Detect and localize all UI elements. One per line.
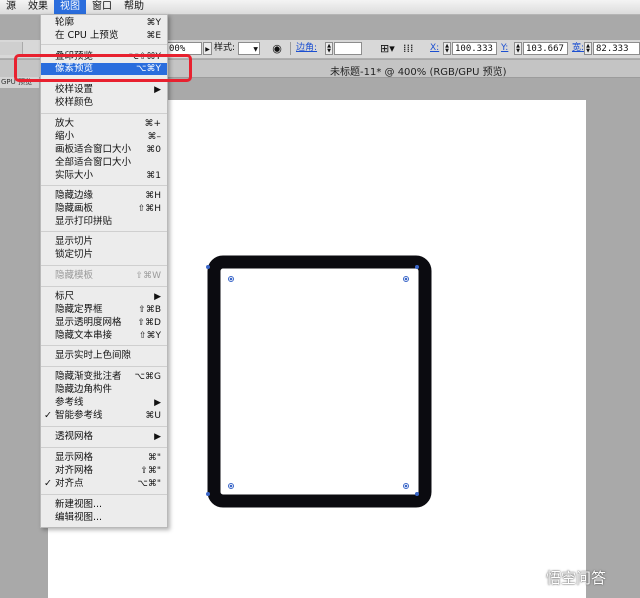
menu-separator — [41, 494, 167, 495]
corner-widget-dot — [404, 277, 408, 281]
menu-item-hide-artboards[interactable]: 隐藏画板 ⇧⌘H — [41, 203, 167, 215]
watermark-text: 悟空问答 — [546, 568, 607, 587]
menu-separator — [41, 231, 167, 232]
chat-bubble-icon — [520, 567, 542, 587]
menu-item-lock-slices[interactable]: 锁定切片 — [41, 249, 167, 261]
menu-separator — [41, 265, 167, 266]
chevron-right-icon: ▶ — [154, 398, 161, 408]
checkmark-icon: ✓ — [44, 478, 52, 489]
menu-item-guides[interactable]: 参考线 ▶ — [41, 397, 167, 409]
menu-separator — [41, 44, 167, 45]
anchor-point-icon[interactable] — [415, 265, 419, 269]
corner-widget-dot — [404, 484, 408, 488]
menu-item-proof-setup[interactable]: 校样设置 ▶ — [41, 84, 167, 96]
menu-separator — [41, 345, 167, 346]
menu-item-hide-text-threads[interactable]: 隐藏文本串接 ⇧⌘Y — [41, 330, 167, 342]
menu-item-snap-to-grid[interactable]: 对齐网格 ⇧⌘" — [41, 465, 167, 477]
anchor-points — [206, 265, 419, 496]
menu-item-show-transparency-grid[interactable]: 显示透明度网格 ⇧⌘D — [41, 317, 167, 329]
watermark: 悟空问答 — [520, 564, 638, 590]
menu-separator — [41, 113, 167, 114]
menu-item-proof-colors[interactable]: 校样颜色 — [41, 97, 167, 109]
corner-widgets — [228, 276, 409, 489]
menu-item-cpu-preview[interactable]: 在 CPU 上预览 ⌘E — [41, 30, 167, 42]
menu-item-show-grid[interactable]: 显示网格 ⌘" — [41, 452, 167, 464]
menu-separator — [41, 366, 167, 367]
menu-separator — [41, 426, 167, 427]
chevron-right-icon: ▶ — [154, 292, 161, 302]
menu-separator — [41, 447, 167, 448]
menu-item-zoom-out[interactable]: 缩小 ⌘– — [41, 131, 167, 143]
corner-widget-dot — [229, 277, 233, 281]
menu-item-hide-corner-widget[interactable]: 隐藏边角构件 — [41, 384, 167, 396]
menu-item-snap-to-point[interactable]: ✓ 对齐点 ⌥⌘" — [41, 478, 167, 490]
menu-item-outline[interactable]: 轮廓 ⌘Y — [41, 17, 167, 29]
menu-item-show-live-paint-gaps[interactable]: 显示实时上色间隙 — [41, 350, 167, 362]
menu-item-fit-artboard[interactable]: 画板适合窗口大小 ⌘0 — [41, 144, 167, 156]
chevron-right-icon: ▶ — [154, 85, 161, 95]
menu-item-fit-all[interactable]: 全部适合窗口大小 — [41, 157, 167, 169]
annotation-highlight-box — [14, 54, 192, 82]
checkmark-icon: ✓ — [44, 410, 52, 421]
menu-item-rulers[interactable]: 标尺 ▶ — [41, 291, 167, 303]
anchor-point-icon[interactable] — [206, 492, 210, 496]
menu-item-show-slices[interactable]: 显示切片 — [41, 236, 167, 248]
menu-item-hide-edges[interactable]: 隐藏边缘 ⌘H — [41, 190, 167, 202]
menu-item-zoom-in[interactable]: 放大 ⌘+ — [41, 118, 167, 130]
menu-item-show-print-tiling[interactable]: 显示打印拼贴 — [41, 216, 167, 228]
chevron-right-icon: ▶ — [154, 432, 161, 442]
menu-separator — [41, 286, 167, 287]
anchor-point-icon[interactable] — [206, 265, 210, 269]
menu-item-perspective-grid[interactable]: 透视网格 ▶ — [41, 431, 167, 443]
menu-item-actual-size[interactable]: 实际大小 ⌘1 — [41, 170, 167, 182]
menu-item-hide-gradient-annotator[interactable]: 隐藏渐变批注者 ⌥⌘G — [41, 371, 167, 383]
rounded-rectangle-shape[interactable] — [207, 255, 432, 508]
menu-item-hide-bounding-box[interactable]: 隐藏定界框 ⇧⌘B — [41, 304, 167, 316]
menu-item-hide-template: 隐藏模板 ⇧⌘W — [55, 270, 161, 281]
menu-item-new-view[interactable]: 新建视图... — [41, 499, 167, 511]
corner-widget-dot — [229, 484, 233, 488]
view-menu: 轮廓 ⌘Y 在 CPU 上预览 ⌘E 叠印预览 ⌥⇧⌘Y 像素预览 ⌥⌘Y 校样设置 ▶ … — [40, 14, 168, 528]
anchor-point-icon[interactable] — [415, 492, 419, 496]
menu-separator — [41, 185, 167, 186]
menu-item-smart-guides[interactable]: ✓ 智能参考线 ⌘U — [41, 410, 167, 422]
menu-item-edit-views[interactable]: 编辑视图... — [41, 512, 167, 524]
